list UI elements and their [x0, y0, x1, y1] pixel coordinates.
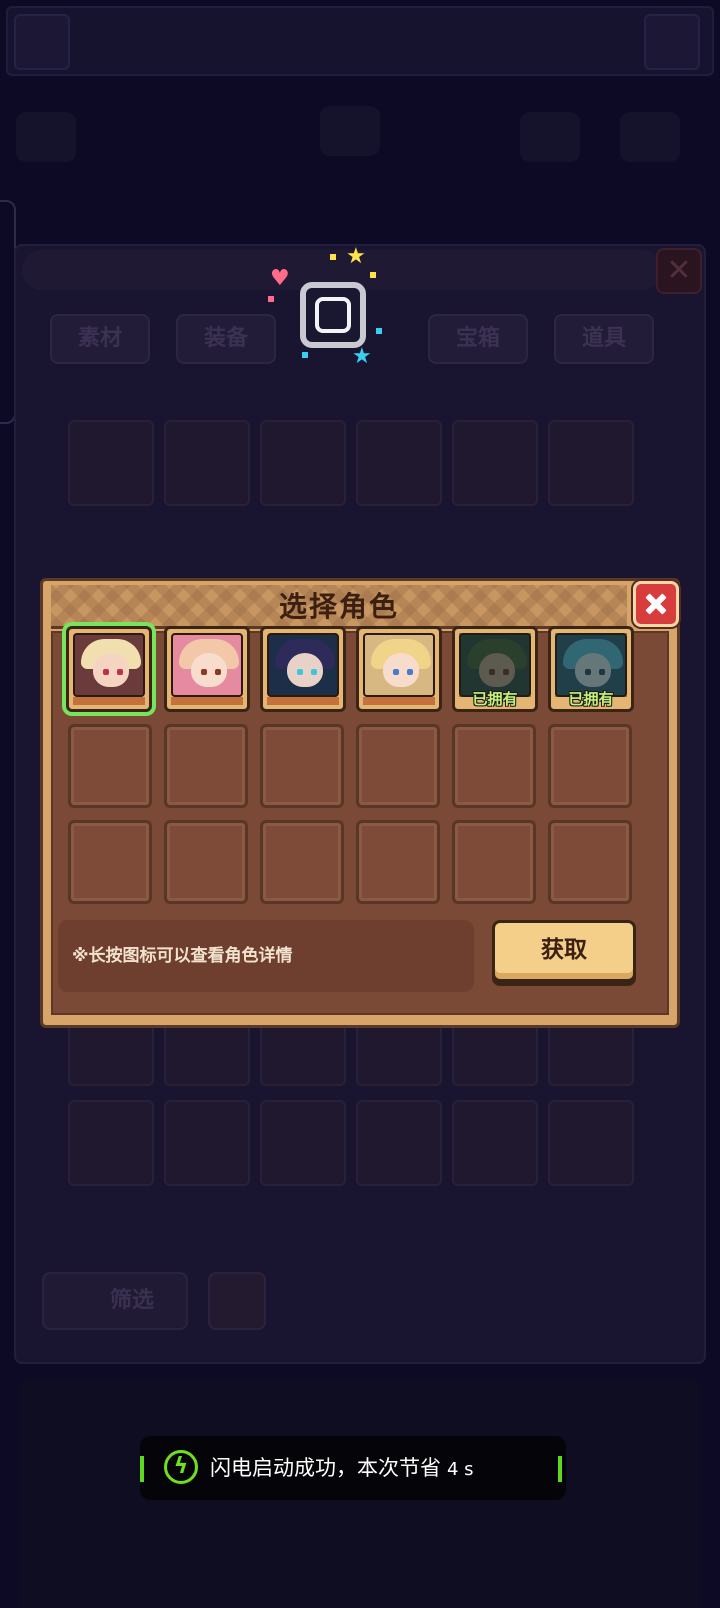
- sparkle-dot-icon: [376, 328, 382, 334]
- dialog-header: 选择角色: [51, 585, 627, 629]
- inventory-slot: [68, 420, 154, 506]
- inventory-slot: [452, 1100, 538, 1186]
- character-slot-4[interactable]: [356, 626, 442, 712]
- owned-badge: 已拥有: [568, 690, 614, 708]
- character-level-bar: [171, 697, 243, 705]
- character-portrait: [171, 633, 243, 697]
- inventory-slot: [68, 1100, 154, 1186]
- empty-character-slot: [260, 724, 344, 808]
- close-button[interactable]: [633, 581, 679, 627]
- hint-text: ※长按图标可以查看角色详情: [72, 946, 293, 966]
- sort-button: [208, 1272, 266, 1330]
- character-slot-2[interactable]: [164, 626, 250, 712]
- sparkle-dot-icon: [330, 254, 336, 260]
- filter-button: 筛选: [42, 1272, 188, 1330]
- inventory-slot: [548, 420, 634, 506]
- top-status-bar: [6, 6, 714, 76]
- get-button[interactable]: 获取: [492, 920, 636, 982]
- character-slot-5[interactable]: 已拥有: [452, 626, 538, 712]
- character-slot-1[interactable]: [66, 626, 152, 712]
- inventory-slot: [260, 1100, 346, 1186]
- dialog-title: 选择角色: [278, 590, 399, 623]
- tab-items: 道具: [554, 314, 654, 364]
- inventory-close-icon: ✕: [656, 248, 702, 294]
- toast-accent-right: [558, 1456, 562, 1482]
- empty-character-slot: [548, 724, 632, 808]
- character-portrait: [363, 633, 435, 697]
- character-portrait: [73, 633, 145, 697]
- character-slot-6[interactable]: 已拥有: [548, 626, 634, 712]
- empty-character-slot: [356, 820, 440, 904]
- empty-character-slot: [164, 820, 248, 904]
- chat-icon: [520, 112, 580, 162]
- mail-icon: [16, 112, 76, 162]
- hint-box: ※长按图标可以查看角色详情: [58, 920, 474, 992]
- star-sparkle-icon: ★: [352, 344, 372, 369]
- tab-equipment: 装备: [176, 314, 276, 364]
- empty-character-slot: [548, 820, 632, 904]
- friends-icon: [620, 112, 680, 162]
- empty-character-slot: [164, 724, 248, 808]
- launch-toast: ϟ 闪电启动成功，本次节省 4 s: [140, 1436, 566, 1500]
- tab-materials: 素材: [50, 314, 150, 364]
- lightning-icon: ϟ: [164, 1450, 198, 1484]
- character-portrait: [267, 633, 339, 697]
- character-level-bar: [267, 697, 339, 705]
- inventory-slot: [548, 1100, 634, 1186]
- toast-message-text: 闪电启动成功，本次节省: [210, 1456, 441, 1480]
- empty-character-slot: [452, 820, 536, 904]
- center-icon: [320, 106, 380, 156]
- sparkle-dot-icon: [370, 272, 376, 278]
- toast-accent-left: [140, 1456, 144, 1482]
- inventory-slot: [164, 1100, 250, 1186]
- empty-character-slot: [68, 724, 152, 808]
- character-level-bar: [73, 697, 145, 705]
- sparkle-dot-icon: [302, 352, 308, 358]
- spinner-square-icon: [300, 282, 366, 348]
- inventory-slot: [356, 420, 442, 506]
- owned-badge: 已拥有: [472, 690, 518, 708]
- empty-character-slot: [260, 820, 344, 904]
- inventory-slot: [260, 420, 346, 506]
- toast-message: 闪电启动成功，本次节省 4 s: [210, 1436, 474, 1502]
- character-level-bar: [363, 697, 435, 705]
- empty-character-slot: [68, 820, 152, 904]
- inventory-slot: [356, 1100, 442, 1186]
- character-slot-3[interactable]: [260, 626, 346, 712]
- heart-sparkle-icon: ♥: [270, 266, 290, 291]
- inventory-slot: [164, 420, 250, 506]
- empty-character-slot: [356, 724, 440, 808]
- toast-seconds: 4 s: [447, 1459, 474, 1480]
- star-sparkle-icon: ★: [346, 244, 366, 269]
- menu-button: [14, 14, 70, 70]
- empty-character-slot: [452, 724, 536, 808]
- sparkle-dot-icon: [268, 296, 274, 302]
- tab-chests: 宝箱: [428, 314, 528, 364]
- settings-button: [644, 14, 700, 70]
- inventory-slot: [452, 420, 538, 506]
